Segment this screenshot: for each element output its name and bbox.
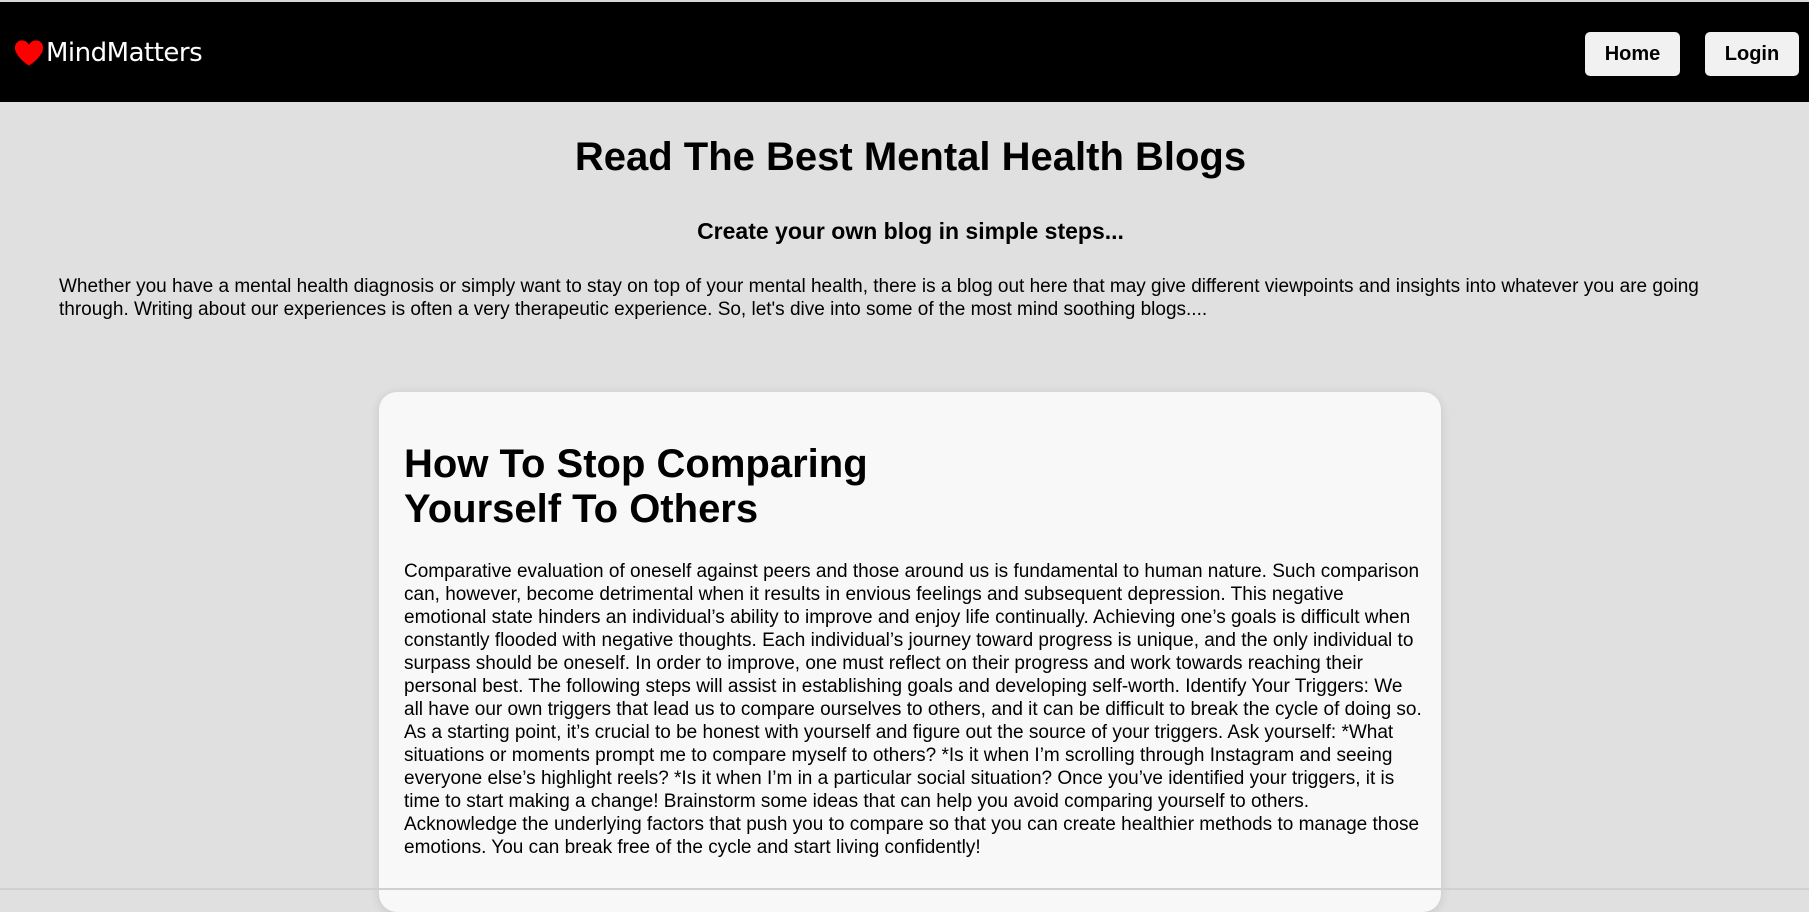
blog-card: How To Stop Comparing Yourself To Others… [379, 392, 1441, 912]
login-button[interactable]: Login [1705, 32, 1799, 76]
home-button[interactable]: Home [1585, 32, 1680, 76]
blog-body: Comparative evaluation of oneself agains… [404, 561, 1422, 858]
brand-logo[interactable]: MindMatters [14, 38, 203, 68]
page-title: Read The Best Mental Health Blogs [574, 135, 1247, 179]
navbar: MindMatters Home Login [0, 2, 1809, 102]
intro-paragraph: Whether you have a mental health diagnos… [59, 276, 1699, 320]
heart-icon [14, 39, 44, 67]
page-subtitle: Create your own blog in simple steps... [697, 218, 1124, 244]
brand-name: MindMatters [46, 38, 203, 68]
blog-title[interactable]: How To Stop Comparing Yourself To Others [404, 442, 964, 532]
